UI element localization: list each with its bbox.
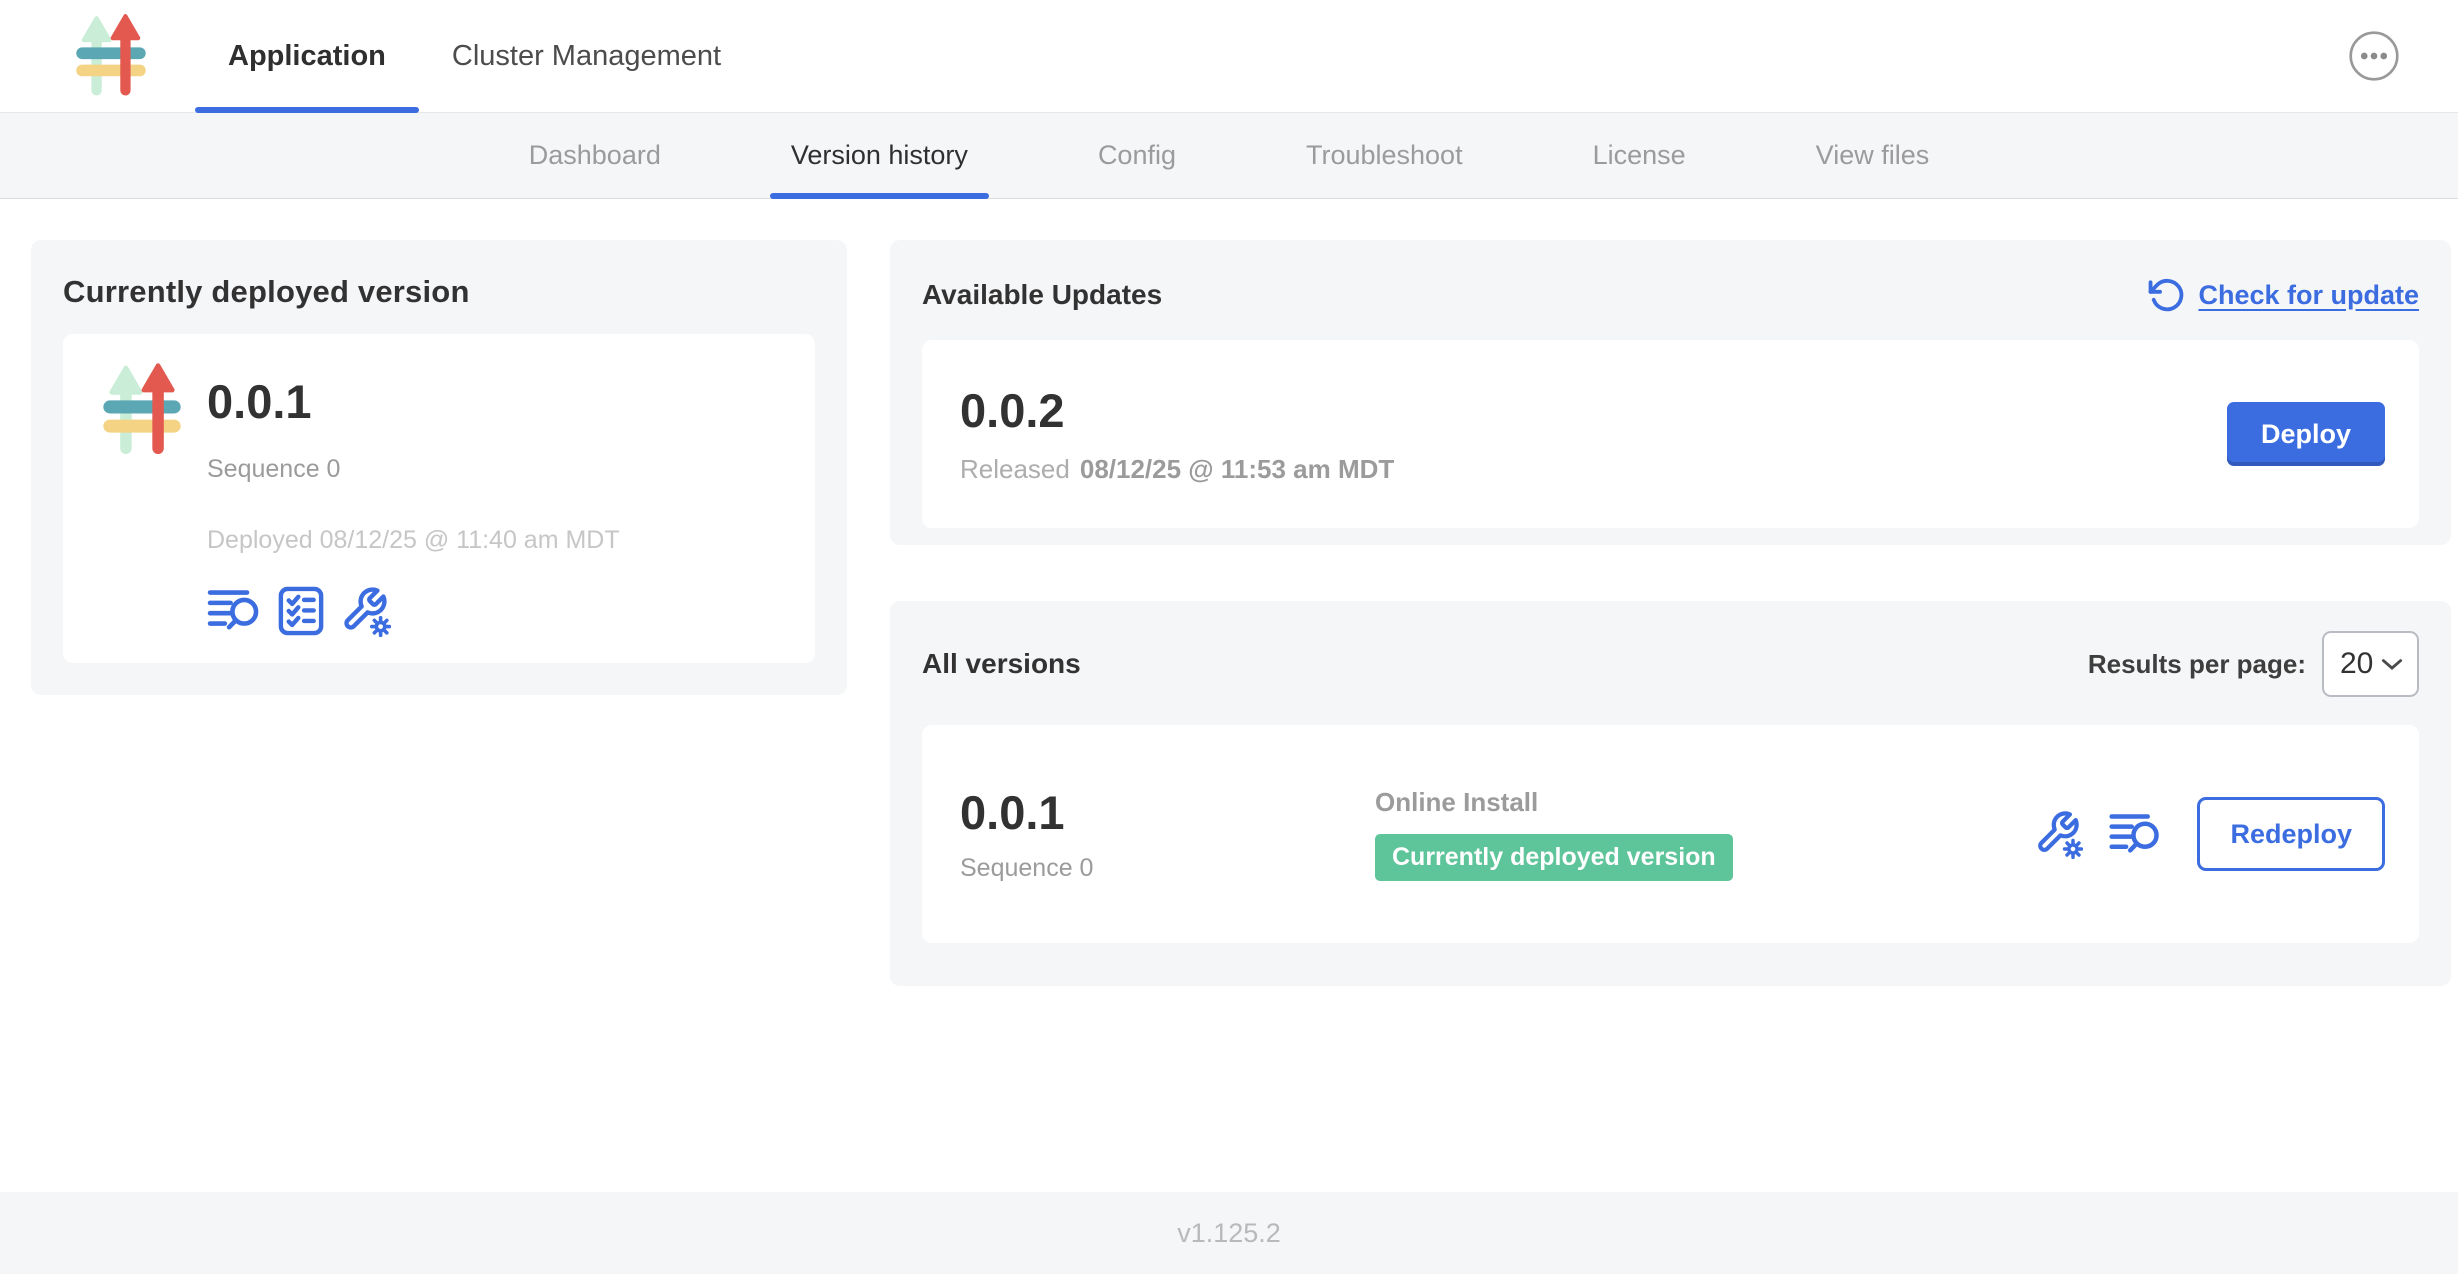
subnav-tab-label: Dashboard xyxy=(529,140,661,171)
subnav-tab-label: Troubleshoot xyxy=(1306,140,1463,171)
version-row: 0.0.1 Sequence 0 Online Install Currentl… xyxy=(922,725,2419,943)
released-label: Released xyxy=(960,454,1070,485)
top-nav-tabs: Application Cluster Management xyxy=(195,0,754,112)
app-logo[interactable] xyxy=(63,0,159,112)
check-for-update-label: Check for update xyxy=(2198,280,2419,311)
available-updates-title: Available Updates xyxy=(922,279,1162,311)
ellipsis-menu-icon xyxy=(2348,30,2400,82)
app-sub-nav: Dashboard Version history Config Trouble… xyxy=(0,113,2458,199)
deployed-timestamp: Deployed 08/12/25 @ 11:40 am MDT xyxy=(207,526,620,555)
subnav-tab-view-files[interactable]: View files xyxy=(1751,113,1995,198)
deploy-button[interactable]: Deploy xyxy=(2227,402,2385,466)
released-timestamp: 08/12/25 @ 11:53 am MDT xyxy=(1080,454,1394,485)
subnav-tab-label: View files xyxy=(1816,140,1930,171)
refresh-ccw-icon xyxy=(2148,276,2186,314)
config-wrench-icon[interactable] xyxy=(339,585,391,637)
subnav-tab-version-history[interactable]: Version history xyxy=(726,113,1033,198)
deployed-version-card: 0.0.1 Sequence 0 Deployed 08/12/25 @ 11:… xyxy=(63,334,815,663)
preflight-checks-icon[interactable] xyxy=(278,586,324,636)
available-updates-panel: Available Updates Check for update 0.0.2… xyxy=(890,240,2451,545)
results-per-page-select[interactable]: 20 xyxy=(2322,631,2419,697)
check-for-update-link[interactable]: Check for update xyxy=(2148,276,2419,314)
subnav-tab-dashboard[interactable]: Dashboard xyxy=(464,113,726,198)
footer: v1.125.2 xyxy=(0,1192,2458,1274)
redeploy-button[interactable]: Redeploy xyxy=(2197,797,2385,871)
subnav-tab-label: Version history xyxy=(791,140,968,171)
currently-deployed-panel: Currently deployed version 0.0.1 Sequenc xyxy=(31,240,847,695)
subnav-tab-config[interactable]: Config xyxy=(1033,113,1241,198)
install-type-label: Online Install xyxy=(1375,787,1733,818)
results-per-page-label: Results per page: xyxy=(2088,649,2306,680)
results-per-page-value: 20 xyxy=(2340,647,2373,681)
release-notes-icon[interactable] xyxy=(2109,811,2163,858)
tab-cluster-management[interactable]: Cluster Management xyxy=(419,0,754,112)
currently-deployed-badge: Currently deployed version xyxy=(1375,834,1733,881)
subnav-tab-troubleshoot[interactable]: Troubleshoot xyxy=(1241,113,1528,198)
release-notes-icon[interactable] xyxy=(207,587,263,635)
subnav-tab-license[interactable]: License xyxy=(1528,113,1751,198)
subnav-tab-label: Config xyxy=(1098,140,1176,171)
deployed-sequence: Sequence 0 xyxy=(207,455,620,484)
console-version: v1.125.2 xyxy=(1177,1218,1281,1249)
app-logo-icon xyxy=(63,12,159,100)
overflow-menu-button[interactable] xyxy=(2348,30,2400,82)
all-versions-title: All versions xyxy=(922,648,1081,680)
row-version-number: 0.0.1 xyxy=(960,785,1375,840)
top-nav: Application Cluster Management xyxy=(0,0,2458,113)
active-tab-underline xyxy=(770,193,989,199)
all-versions-panel: All versions Results per page: 20 0.0.1 … xyxy=(890,601,2451,986)
app-version-icon xyxy=(93,360,191,637)
available-update-card: 0.0.2 Released 08/12/25 @ 11:53 am MDT D… xyxy=(922,340,2419,528)
update-version-number: 0.0.2 xyxy=(960,383,1394,438)
config-wrench-icon[interactable] xyxy=(2033,809,2083,859)
tab-cluster-management-label: Cluster Management xyxy=(452,40,721,73)
deployed-version-number: 0.0.1 xyxy=(207,374,620,429)
subnav-tab-label: License xyxy=(1593,140,1686,171)
row-sequence: Sequence 0 xyxy=(960,854,1375,883)
currently-deployed-title: Currently deployed version xyxy=(63,274,815,310)
chevron-down-icon xyxy=(2381,658,2403,671)
version-history-page: Currently deployed version 0.0.1 Sequenc xyxy=(0,199,2458,986)
active-tab-underline xyxy=(195,107,419,113)
tab-application-label: Application xyxy=(228,40,386,73)
tab-application[interactable]: Application xyxy=(195,0,419,112)
